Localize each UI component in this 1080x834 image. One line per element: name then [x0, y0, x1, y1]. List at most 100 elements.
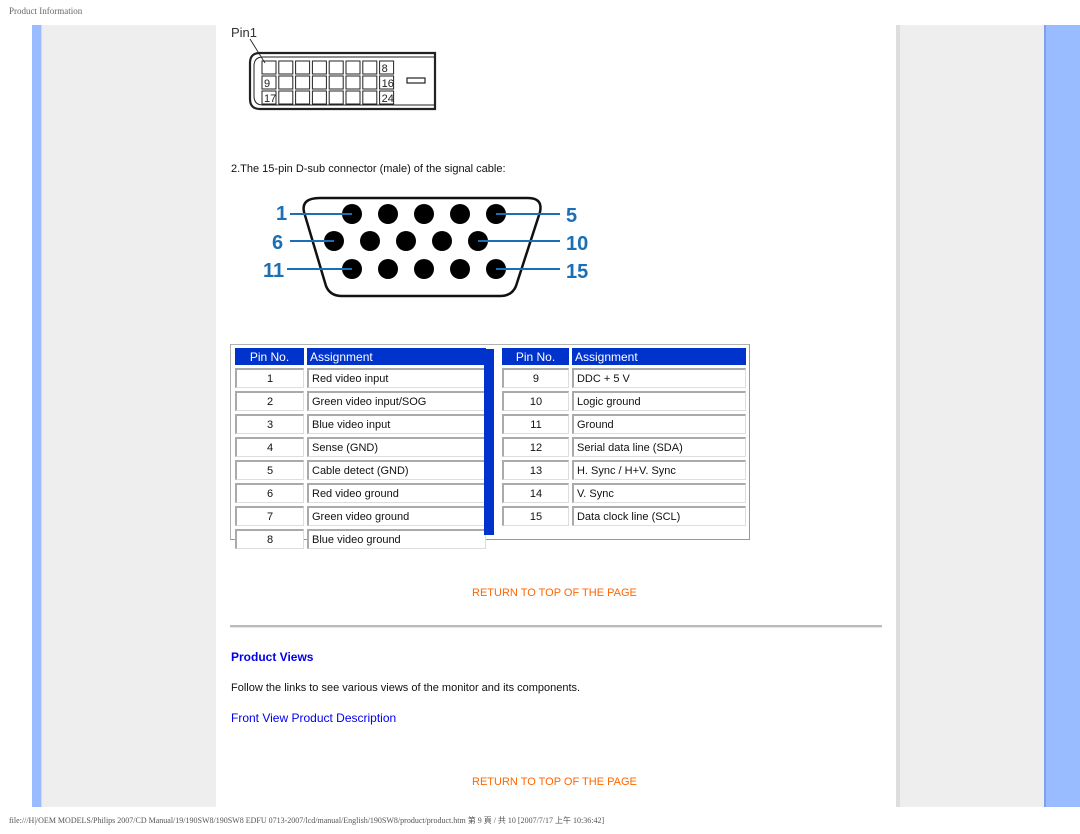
dvi-pin-label: 17 — [264, 93, 276, 105]
footer-file-path: file:///H|/OEM MODELS/Philips 2007/CD Ma… — [9, 816, 605, 825]
pin-assignment-cell: Blue video input — [307, 414, 486, 434]
dvi-pin — [311, 75, 327, 90]
dvi-pin-grid: 8 9 16 17 24 — [261, 60, 395, 105]
product-views-heading: Product Views — [231, 650, 314, 664]
dvi-pin-label: 9 — [264, 78, 270, 90]
pin-assignment-cell: Data clock line (SCL) — [571, 506, 746, 526]
dvi-pin — [295, 90, 311, 105]
vga-pin — [450, 259, 470, 279]
dvi-pin — [362, 75, 378, 90]
dvi-pin — [328, 75, 344, 90]
pin-number-cell: 14 — [502, 483, 569, 503]
pin-number-cell: 2 — [235, 391, 304, 411]
pin-assignment-cell: Serial data line (SDA) — [571, 437, 746, 457]
return-to-top-label: RETURN TO TOP OF THE PAGE — [472, 587, 637, 599]
vga-pin — [432, 231, 452, 251]
pin-number-cell: 4 — [235, 437, 304, 457]
table-header-row: Pin No. Assignment — [502, 348, 746, 365]
product-views-description: Follow the links to see various views of… — [231, 682, 581, 694]
table-row: 3 Blue video input — [235, 414, 486, 434]
header-pin-no: Pin No. — [502, 348, 569, 365]
pin-assignment-cell: Blue video ground — [307, 529, 486, 549]
pin-assignment-cell: Green video input/SOG — [307, 391, 486, 411]
vga-pin — [450, 204, 470, 224]
pin-number-cell: 11 — [502, 414, 569, 434]
pin1-label: Pin1 — [231, 25, 257, 40]
table-row: 2 Green video input/SOG — [235, 391, 486, 411]
left-accent-bar — [32, 25, 42, 807]
dvi-pin — [345, 75, 361, 90]
pin-number-cell: 8 — [235, 529, 304, 549]
dvi-pin — [362, 90, 378, 105]
dvi-pin — [295, 75, 311, 90]
table-row: 12 Serial data line (SDA) — [502, 437, 746, 457]
dvi-pin — [345, 90, 361, 105]
vga-intro-text: 2.The 15-pin D-sub connector (male) of t… — [231, 163, 506, 175]
dvi-pin — [345, 60, 361, 75]
vga-connector-drawing: 1 6 11 5 10 15 — [263, 196, 588, 298]
table-row: 10 Logic ground — [502, 391, 746, 411]
dvi-flat-pin — [406, 77, 426, 84]
dvi-shell-inner — [253, 56, 436, 106]
table-column-separator — [484, 349, 494, 535]
dvi-pin — [311, 90, 327, 105]
vga-pin — [360, 231, 380, 251]
vga-label-10: 10 — [566, 233, 588, 255]
pin1-pointer — [249, 38, 266, 64]
header-assignment: Assignment — [571, 348, 746, 365]
dvi-pin-label: 24 — [382, 93, 394, 105]
table-row: 13 H. Sync / H+V. Sync — [502, 460, 746, 480]
dvi-pin — [278, 90, 294, 105]
pin-assignment-cell: Cable detect (GND) — [307, 460, 486, 480]
header-pin-no: Pin No. — [235, 348, 304, 365]
header-assignment: Assignment — [307, 348, 486, 365]
pin-number-cell: 1 — [235, 368, 304, 388]
pin-table-right: Pin No. Assignment 9 DDC + 5 V 10 Logic gro… — [499, 345, 749, 529]
section-divider — [230, 625, 882, 628]
vga-pin — [396, 231, 416, 251]
dvi-pin-label: 8 — [382, 63, 388, 75]
right-accent-bar — [1044, 25, 1080, 807]
dvi-pin — [328, 60, 344, 75]
pin-assignment-cell: Logic ground — [571, 391, 746, 411]
vga-connector-diagram: 1 6 11 5 10 15 — [260, 190, 600, 305]
pin-number-cell: 6 — [235, 483, 304, 503]
table-row: 11 Ground — [502, 414, 746, 434]
table-header-row: Pin No. Assignment — [235, 348, 486, 365]
dvi-pin-label: 16 — [382, 78, 394, 90]
pin-number-cell: 15 — [502, 506, 569, 526]
pin-number-cell: 12 — [502, 437, 569, 457]
page-header-title: Product Information — [9, 6, 83, 16]
vga-pin — [414, 204, 434, 224]
front-view-link[interactable]: Front View Product Description — [231, 711, 396, 725]
vga-label-15: 15 — [566, 261, 588, 283]
vga-label-5: 5 — [566, 205, 577, 227]
dvi-pin — [295, 60, 311, 75]
pin-number-cell: 5 — [235, 460, 304, 480]
pin-assignment-table: Pin No. Assignment 1 Red video input 2 Gree… — [230, 344, 750, 549]
pin-number-cell: 9 — [502, 368, 569, 388]
table-row: 4 Sense (GND) — [235, 437, 486, 457]
dvi-pin — [278, 75, 294, 90]
dvi-pin — [311, 60, 327, 75]
vga-pin — [378, 259, 398, 279]
vga-label-1: 1 — [276, 203, 287, 225]
table-row: 1 Red video input — [235, 368, 486, 388]
dvi-pin — [362, 60, 378, 75]
vga-pin — [414, 259, 434, 279]
dvi-pin — [328, 90, 344, 105]
left-sidebar — [42, 25, 216, 807]
table-row: 6 Red video ground — [235, 483, 486, 503]
vga-label-11: 11 — [263, 260, 284, 282]
table-row: 9 DDC + 5 V — [502, 368, 746, 388]
pin-assignment-cell: Sense (GND) — [307, 437, 486, 457]
dvi-connector-diagram: Pin1 8 9 16 17 24 — [230, 25, 440, 122]
return-to-top-label: RETURN TO TOP OF THE PAGE — [472, 776, 637, 788]
vga-pin — [378, 204, 398, 224]
pin-number-cell: 13 — [502, 460, 569, 480]
vga-label-6: 6 — [272, 232, 283, 254]
table-row: 7 Green video ground — [235, 506, 486, 526]
pin-assignment-cell: V. Sync — [571, 483, 746, 503]
dvi-pin — [278, 60, 294, 75]
pin-assignment-cell: DDC + 5 V — [571, 368, 746, 388]
